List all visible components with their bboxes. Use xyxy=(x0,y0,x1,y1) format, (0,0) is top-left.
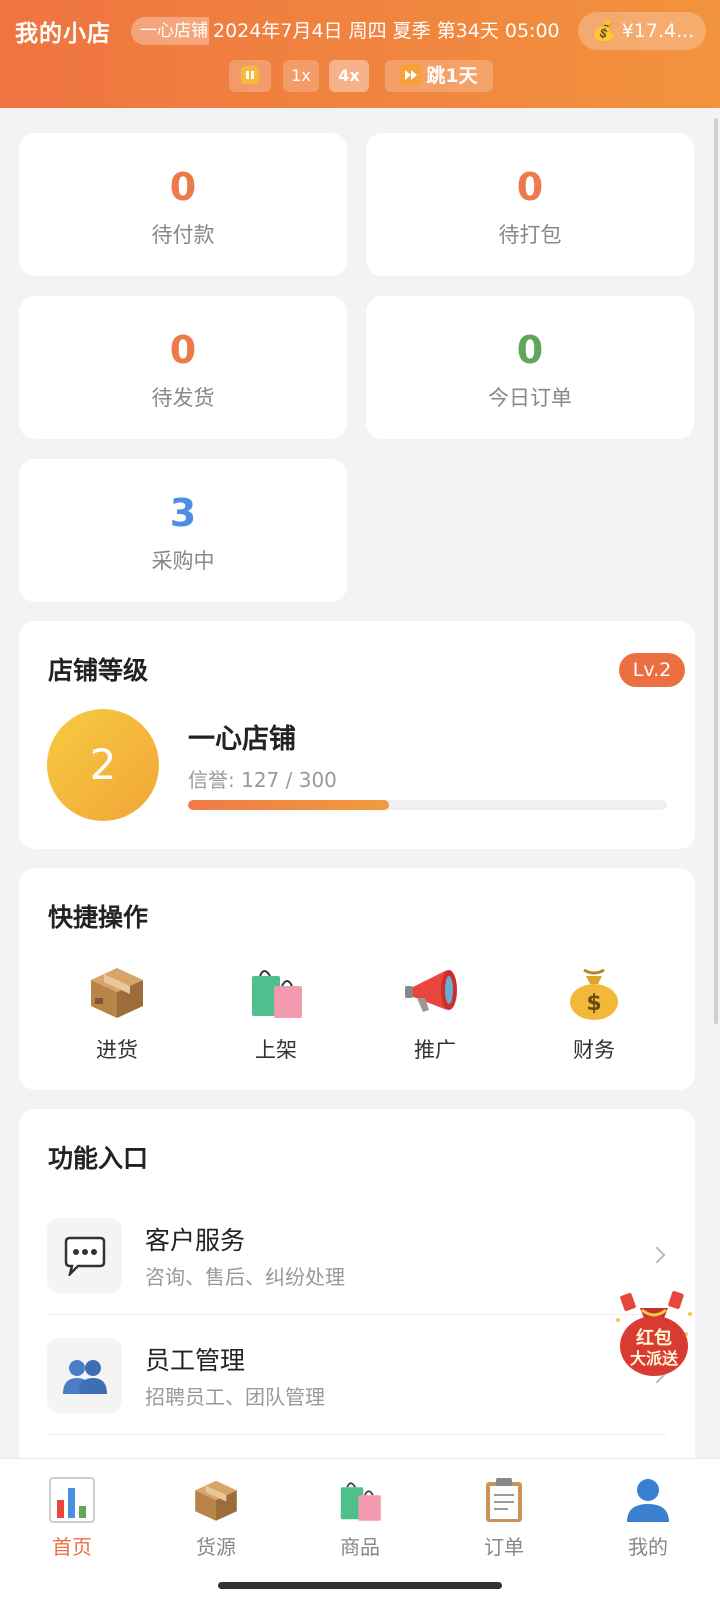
reputation-progress-fill xyxy=(188,800,390,810)
people-icon xyxy=(47,1338,122,1413)
feature-customer-service[interactable]: 客户服务 咨询、售后、纠纷处理 xyxy=(47,1197,667,1315)
shop-level-card: 店铺等级 Lv.2 2 一心店铺 信誉: 127 / 300 xyxy=(19,621,695,849)
stat-card-purchasing[interactable]: 3 采购中 xyxy=(19,459,347,602)
speed-4x-button[interactable]: 4x xyxy=(329,60,369,92)
stat-value: 0 xyxy=(516,328,544,372)
page-title: 我的小店 xyxy=(15,21,111,47)
stat-label: 待打包 xyxy=(498,223,562,247)
shopping-bags-icon xyxy=(216,960,336,1024)
tab-profile[interactable]: 我的 xyxy=(598,1475,698,1560)
tab-label: 商品 xyxy=(340,1535,380,1559)
features-card: 功能入口 客户服务 咨询、售后、纠纷处理 员工管理 招聘员工、团队管理 xyxy=(19,1109,695,1489)
feature-title: 客户服务 xyxy=(145,1226,246,1255)
quick-action-label: 进货 xyxy=(96,1038,138,1062)
reputation-text: 信誉: 127 / 300 xyxy=(188,768,337,792)
stat-card-pending-ship[interactable]: 0 待发货 xyxy=(19,296,347,439)
feature-staff-management[interactable]: 员工管理 招聘员工、团队管理 xyxy=(47,1317,667,1435)
fast-forward-icon xyxy=(400,63,423,86)
quick-actions-title: 快捷操作 xyxy=(48,903,149,932)
level-badge: Lv.2 xyxy=(619,653,685,687)
shop-name-chip[interactable]: 一心店铺 xyxy=(131,17,209,45)
tab-products[interactable]: 商品 xyxy=(310,1475,410,1560)
package-icon xyxy=(57,960,177,1024)
chevron-right-icon xyxy=(647,1241,667,1269)
stat-card-pending-payment[interactable]: 0 待付款 xyxy=(19,133,347,276)
tab-supply[interactable]: 货源 xyxy=(166,1475,266,1560)
quick-actions-card: 快捷操作 进货 上架 推广 $ 财务 xyxy=(19,868,695,1090)
stat-label: 今日订单 xyxy=(488,386,572,410)
stat-card-today-orders[interactable]: 0 今日订单 xyxy=(366,296,694,439)
stat-value: 0 xyxy=(169,165,197,209)
feature-subtitle: 咨询、售后、纠纷处理 xyxy=(145,1265,345,1289)
stat-label: 待发货 xyxy=(151,386,215,410)
money-bag-icon: 💰 xyxy=(592,20,616,42)
quick-action-label: 上架 xyxy=(255,1038,297,1062)
level-circle: 2 xyxy=(47,709,159,821)
scrollbar[interactable] xyxy=(714,118,718,1024)
reputation-progress xyxy=(188,800,667,810)
features-title: 功能入口 xyxy=(48,1144,149,1173)
user-icon xyxy=(598,1475,698,1525)
stat-card-pending-pack[interactable]: 0 待打包 xyxy=(366,133,694,276)
quick-action-list[interactable]: 上架 xyxy=(216,960,336,1064)
stat-label: 采购中 xyxy=(151,549,215,573)
money-balance[interactable]: 💰 ¥17.4... xyxy=(578,12,706,50)
quick-action-restock[interactable]: 进货 xyxy=(57,960,177,1064)
pause-button[interactable] xyxy=(229,60,271,92)
clipboard-icon xyxy=(454,1475,554,1525)
stat-label: 待付款 xyxy=(151,223,215,247)
tab-orders[interactable]: 订单 xyxy=(454,1475,554,1560)
speed-1x-button[interactable]: 1x xyxy=(283,60,319,92)
quick-action-finance[interactable]: $ 财务 xyxy=(534,960,654,1064)
quick-action-label: 财务 xyxy=(573,1038,615,1062)
money-value: ¥17.4... xyxy=(621,20,695,42)
megaphone-icon xyxy=(375,960,495,1024)
stat-value: 0 xyxy=(516,165,544,209)
red-packet-line2: 大派送 xyxy=(630,1349,679,1368)
red-packet-promo[interactable]: 红包 大派送 xyxy=(612,1290,696,1382)
shopping-bags-icon xyxy=(310,1475,410,1525)
tab-label: 货源 xyxy=(196,1535,236,1559)
jump-day-button[interactable]: 跳1天 xyxy=(385,60,493,92)
package-icon xyxy=(166,1475,266,1525)
tab-home[interactable]: 首页 xyxy=(22,1475,122,1560)
bar-chart-icon xyxy=(22,1475,122,1525)
pause-icon xyxy=(241,66,259,84)
jump-day-label: 跳1天 xyxy=(426,65,478,87)
shop-level-title: 店铺等级 xyxy=(48,656,149,685)
quick-action-label: 推广 xyxy=(414,1038,456,1062)
bottom-tab-bar: 首页 货源 商品 订单 我的 xyxy=(0,1458,720,1600)
top-header: 我的小店 一心店铺 2024年7月4日 周四 夏季 第34天 05:00 💰 ¥… xyxy=(0,0,720,108)
stat-value: 0 xyxy=(169,328,197,372)
home-indicator xyxy=(218,1582,502,1589)
stat-value: 3 xyxy=(169,491,197,535)
svg-text:$: $ xyxy=(586,991,601,1016)
tab-label: 我的 xyxy=(628,1535,668,1559)
quick-action-promote[interactable]: 推广 xyxy=(375,960,495,1064)
tab-label: 首页 xyxy=(52,1535,92,1559)
red-packet-line1: 红包 xyxy=(636,1327,672,1349)
feature-title: 员工管理 xyxy=(145,1346,246,1375)
shop-name: 一心店铺 xyxy=(188,724,296,755)
feature-subtitle: 招聘员工、团队管理 xyxy=(145,1385,325,1409)
tab-label: 订单 xyxy=(484,1535,524,1559)
speech-bubble-icon xyxy=(47,1218,122,1293)
game-datetime: 2024年7月4日 周四 夏季 第34天 05:00 xyxy=(213,20,560,42)
money-bag-icon: $ xyxy=(534,960,654,1024)
